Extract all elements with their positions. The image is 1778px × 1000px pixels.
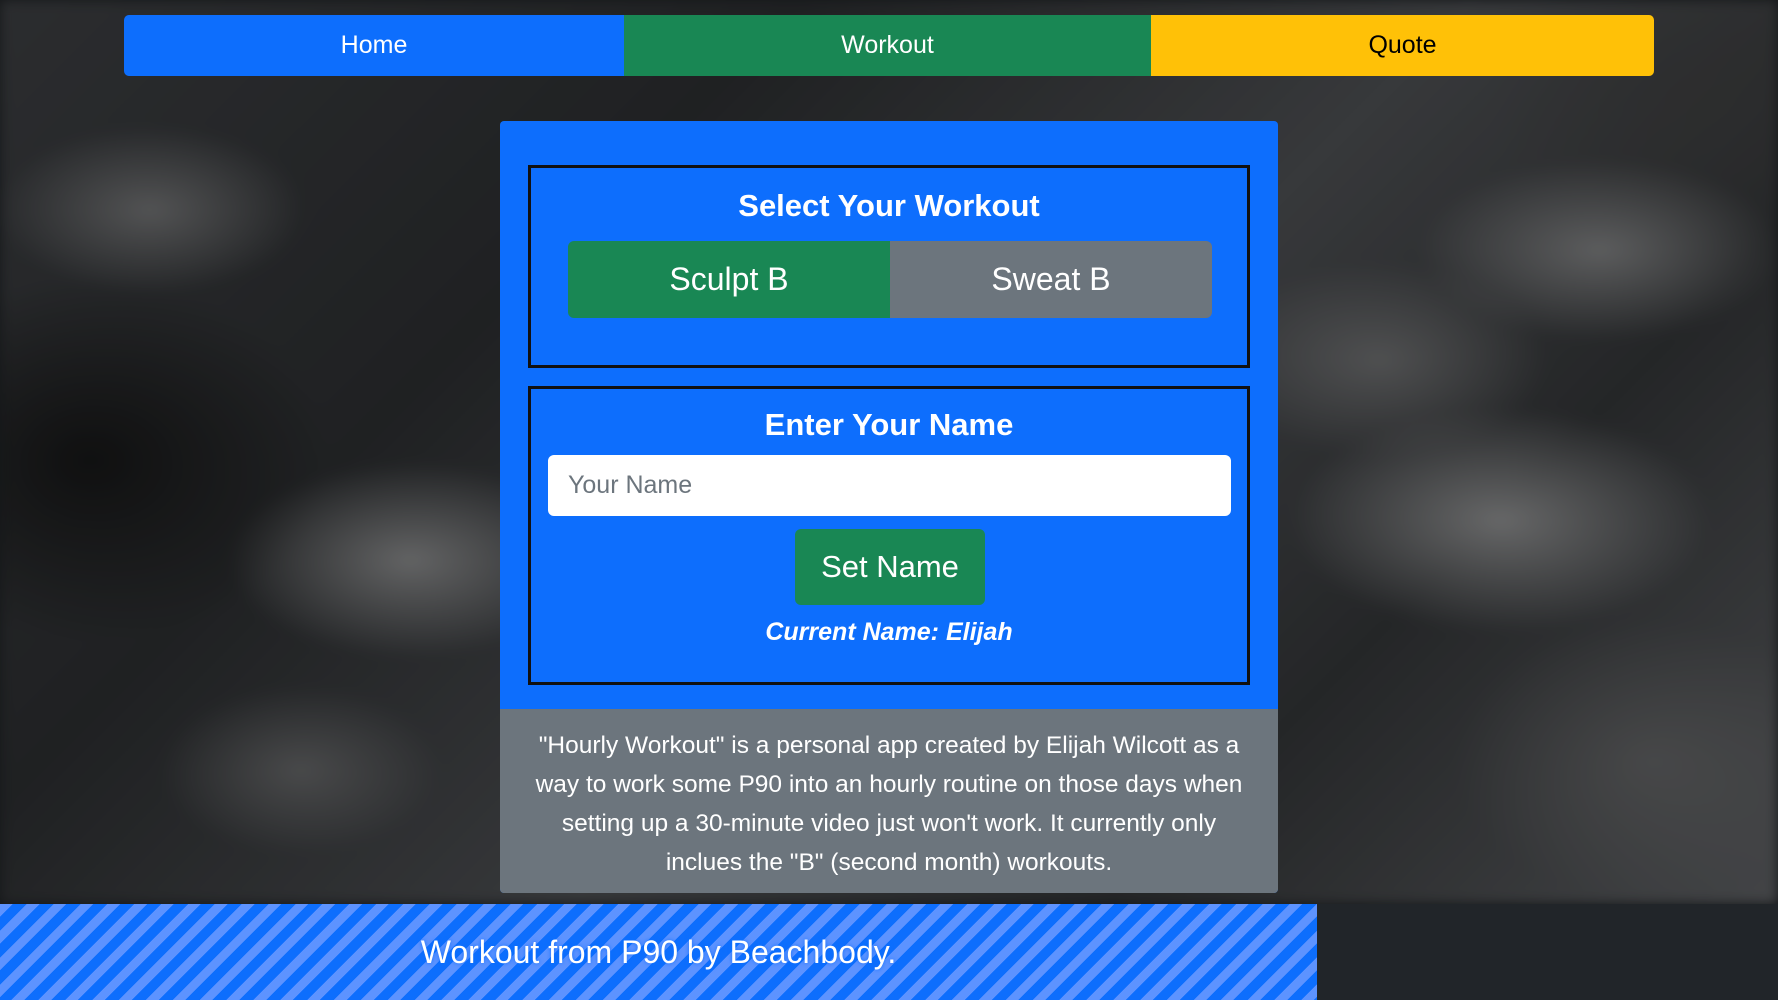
name-input[interactable]	[548, 455, 1231, 516]
nav-workout-button[interactable]: Workout	[624, 15, 1151, 76]
nav-quote-button[interactable]: Quote	[1151, 15, 1654, 76]
sweat-b-button[interactable]: Sweat B	[890, 241, 1212, 318]
workout-toggle-group: Sculpt B Sweat B	[568, 241, 1212, 318]
workout-card: Select Your Workout Sculpt B Sweat B Ent…	[500, 121, 1278, 893]
footer: Workout from P90 by Beachbody.	[0, 904, 1778, 1000]
top-nav: Home Workout Quote	[124, 15, 1654, 76]
name-section-title: Enter Your Name	[764, 407, 1014, 442]
footer-text: Workout from P90 by Beachbody.	[420, 933, 897, 970]
name-section: Enter Your Name Set Name Current Name: E…	[528, 386, 1250, 685]
workout-select-section: Select Your Workout Sculpt B Sweat B	[528, 165, 1250, 368]
footer-banner: Workout from P90 by Beachbody.	[0, 904, 1317, 1000]
sculpt-b-button[interactable]: Sculpt B	[568, 241, 890, 318]
about-text: "Hourly Workout" is a personal app creat…	[500, 709, 1278, 893]
workout-select-title: Select Your Workout	[738, 188, 1040, 223]
set-name-button[interactable]: Set Name	[795, 529, 985, 605]
current-name-label: Current Name: Elijah	[765, 618, 1013, 646]
nav-home-button[interactable]: Home	[124, 15, 624, 76]
